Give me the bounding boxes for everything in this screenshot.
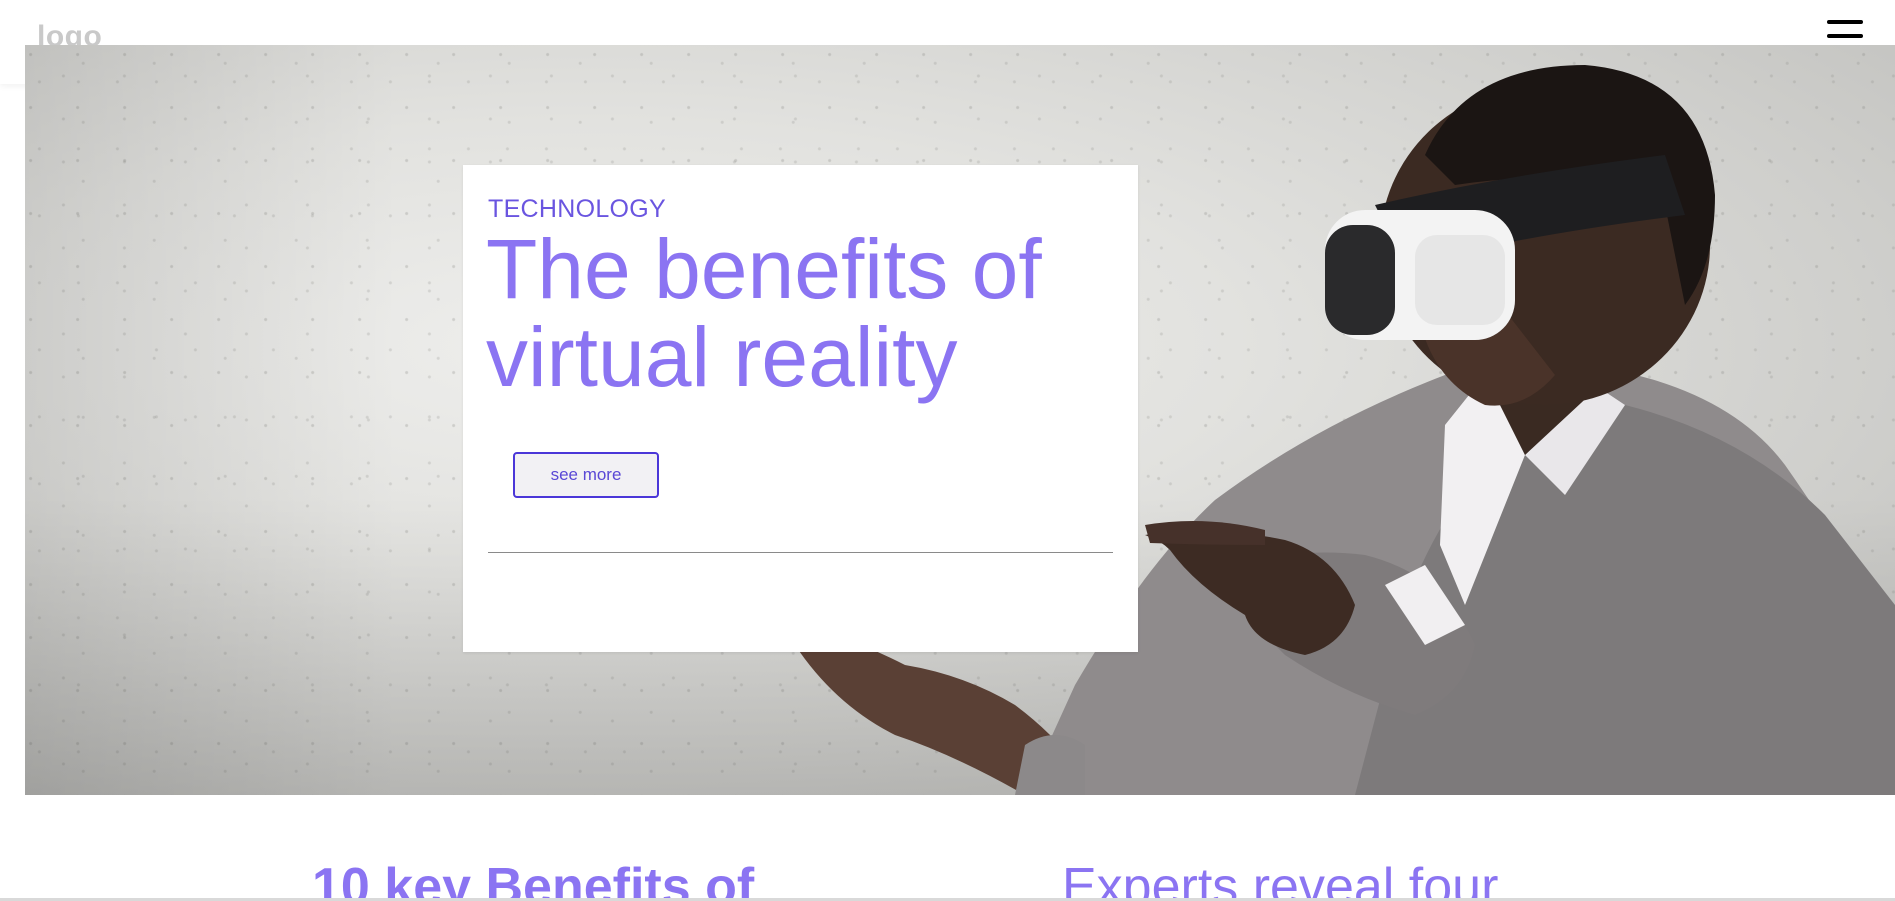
menu-bar	[1827, 20, 1863, 24]
featured-article-card: TECHNOLOGY The benefits of virtual reali…	[463, 165, 1138, 652]
page: logo TECHNOLOGY The benefits of virtual …	[0, 0, 1895, 901]
vr-headset-front	[1325, 225, 1395, 335]
article-category[interactable]: TECHNOLOGY	[488, 195, 666, 224]
article-title[interactable]: Experts reveal four	[1062, 857, 1498, 901]
see-more-button[interactable]: see more	[513, 452, 659, 498]
vr-headset-panel	[1415, 235, 1505, 325]
article-list: 10 key Benefits of Experts reveal four	[0, 795, 1895, 901]
card-divider	[488, 552, 1113, 553]
article-title[interactable]: 10 key Benefits of	[312, 857, 754, 901]
menu-bar	[1827, 34, 1863, 38]
hamburger-menu-icon[interactable]	[1827, 20, 1863, 42]
hero-banner: TECHNOLOGY The benefits of virtual reali…	[25, 45, 1895, 795]
article-title[interactable]: The benefits of virtual reality	[486, 225, 1126, 401]
